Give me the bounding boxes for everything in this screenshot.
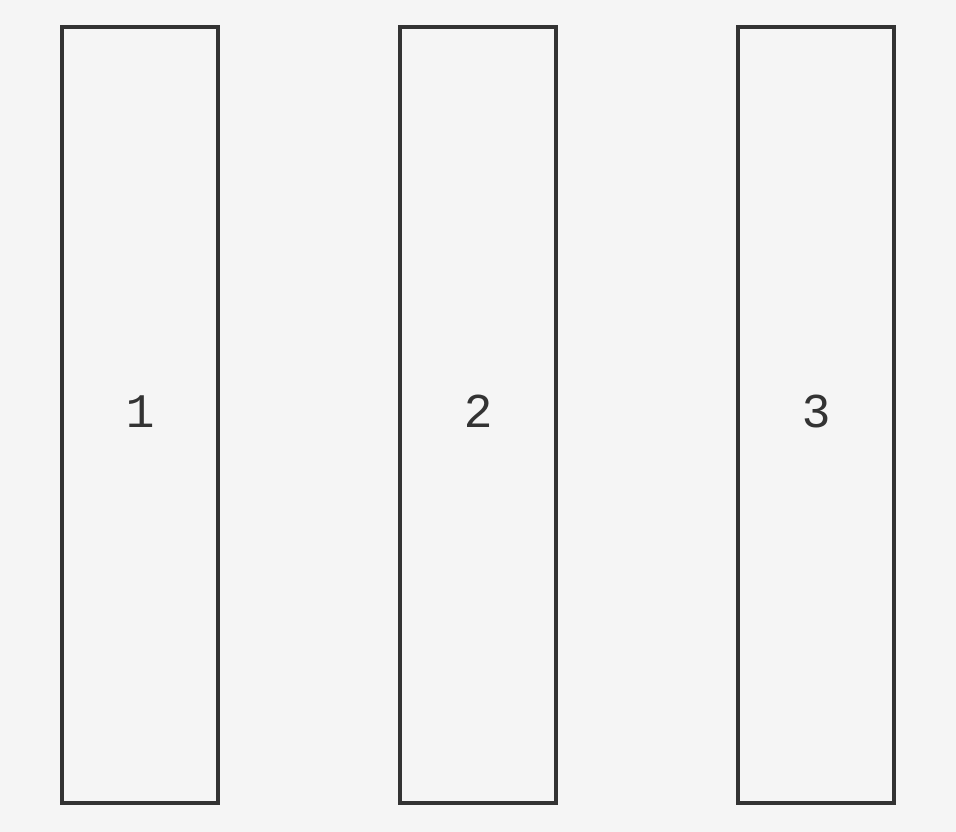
box-1: 1	[60, 25, 220, 805]
box-label: 2	[464, 388, 493, 442]
box-label: 1	[126, 388, 155, 442]
box-2: 2	[398, 25, 558, 805]
box-label: 3	[802, 388, 831, 442]
box-3: 3	[736, 25, 896, 805]
